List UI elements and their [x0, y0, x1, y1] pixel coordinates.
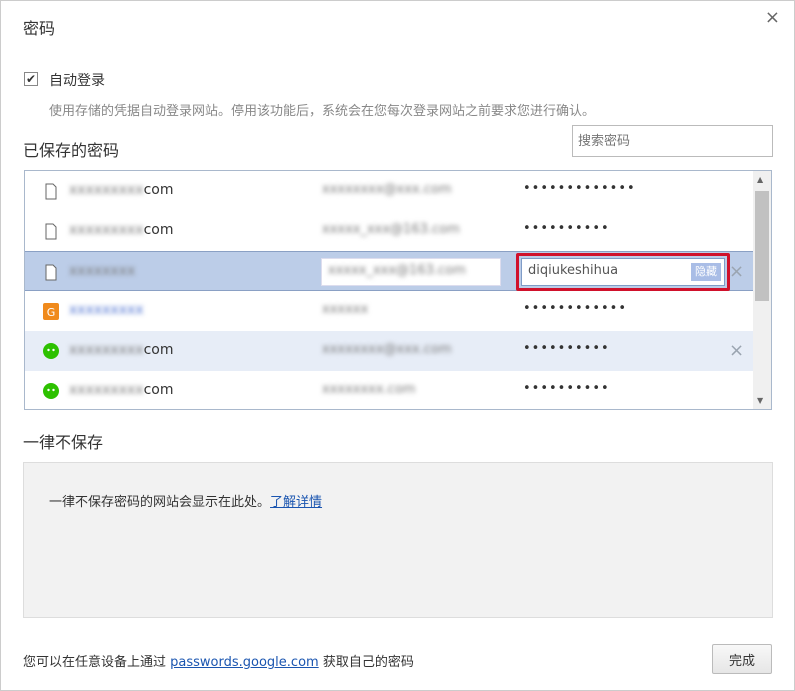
never-save-text: 一律不保存密码的网站会显示在此处。 — [49, 495, 271, 510]
wechat-icon — [43, 383, 59, 399]
delete-icon[interactable]: × — [729, 261, 744, 282]
footer-text: 您可以在任意设备上通过 passwords.google.com 获取自己的密码 — [23, 651, 414, 670]
username: xxxxxxxx@xxx.com — [322, 342, 452, 357]
site-name: xxxxxxxxxcom — [69, 182, 174, 198]
learn-more-link[interactable]: 了解详情 — [270, 495, 322, 510]
never-save-list: 一律不保存密码的网站会显示在此处。了解详情 — [23, 462, 773, 618]
site-name: xxxxxxxxxcom — [69, 382, 174, 398]
site-name: xxxxxxxx — [69, 263, 136, 279]
scrollbar-thumb[interactable] — [755, 191, 769, 301]
done-button[interactable]: 完成 — [712, 644, 772, 674]
scroll-up-icon[interactable]: ▲ — [757, 175, 763, 184]
username: xxxxxx — [322, 302, 369, 317]
page-icon — [45, 223, 57, 240]
passwords-google-link[interactable]: passwords.google.com — [170, 655, 319, 670]
never-save-heading: 一律不保存 — [23, 433, 104, 452]
page-icon — [45, 183, 57, 200]
footer-prefix: 您可以在任意设备上通过 — [23, 655, 171, 670]
site-name: xxxxxxxxx — [69, 302, 144, 318]
password-masked: •••••••••• — [523, 221, 610, 236]
password-row[interactable]: xxxxxxxxxcom xxxxx_xxx@163.com •••••••••… — [25, 211, 754, 251]
password-row[interactable]: xxxxxxxxxcom xxxxxxxx.com •••••••••• — [25, 371, 754, 409]
close-button[interactable]: × — [765, 7, 780, 28]
autologin-label[interactable]: 自动登录 — [49, 70, 105, 90]
never-save-message: 一律不保存密码的网站会显示在此处。了解详情 — [49, 491, 322, 510]
password-masked: •••••••••• — [523, 341, 610, 356]
username: xxxxxxxx@xxx.com — [322, 182, 452, 197]
password-masked: •••••••••• — [523, 381, 610, 396]
scrollbar[interactable]: ▲ ▼ — [753, 171, 771, 409]
svg-text:G: G — [47, 306, 56, 319]
username: xxxxxxxx.com — [322, 382, 416, 397]
delete-icon[interactable]: × — [729, 340, 744, 361]
highlight-box: diqiukeshihua 隐藏 — [516, 253, 730, 291]
saved-passwords-list: xxxxxxxxxcom xxxxxxxx@xxx.com ••••••••••… — [24, 170, 772, 410]
footer-suffix: 获取自己的密码 — [318, 655, 414, 670]
password-row[interactable]: xxxxxxxxxcom xxxxxxxx@xxx.com ••••••••••… — [25, 331, 754, 371]
hide-password-button[interactable]: 隐藏 — [691, 263, 721, 281]
password-field[interactable]: diqiukeshihua 隐藏 — [521, 258, 725, 286]
dialog-title: 密码 — [23, 19, 56, 38]
site-name: xxxxxxxxxcom — [69, 342, 174, 358]
autologin-checkbox[interactable]: ✔ — [24, 72, 38, 86]
wechat-icon — [43, 343, 59, 359]
search-passwords-input[interactable] — [572, 125, 773, 157]
password-row[interactable]: xxxxxxxxxcom xxxxxxxx@xxx.com ••••••••••… — [25, 171, 754, 211]
saved-passwords-heading: 已保存的密码 — [23, 141, 120, 160]
autologin-description: 使用存储的凭据自动登录网站。停用该功能后，系统会在您每次登录网站之前要求您进行确… — [49, 104, 596, 119]
g-icon: G — [43, 303, 59, 320]
site-name: xxxxxxxxxcom — [69, 222, 174, 238]
username: xxxxx_xxx@163.com — [322, 222, 460, 237]
password-masked: •••••••••••• — [523, 301, 628, 316]
password-row-selected[interactable]: xxxxxxxx xxxxx_xxx@163.com diqiukeshihua… — [25, 251, 754, 291]
page-icon — [45, 264, 57, 281]
scroll-down-icon[interactable]: ▼ — [757, 396, 763, 405]
username-field[interactable]: xxxxx_xxx@163.com — [321, 258, 501, 286]
password-masked: ••••••••••••• — [523, 181, 636, 196]
password-row[interactable]: G xxxxxxxxx xxxxxx •••••••••••• — [25, 291, 754, 331]
